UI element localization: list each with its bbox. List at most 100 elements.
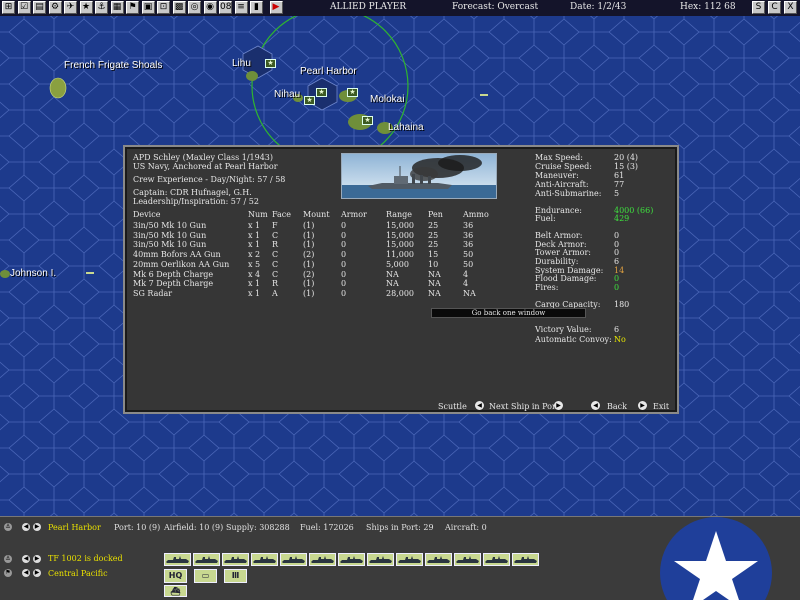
device-cell: 0	[341, 279, 347, 289]
next-base-icon[interactable]: ▶	[33, 523, 41, 531]
toolbar-button-5[interactable]: ✈	[64, 1, 77, 14]
ship-silhouette-icon	[224, 556, 247, 563]
exit-arrow-icon[interactable]: ▶	[638, 401, 647, 410]
transport-button[interactable]: ▭	[194, 569, 217, 583]
toolbar-button-18[interactable]: ▶	[269, 1, 283, 14]
base-icon[interactable]: ★	[304, 96, 315, 105]
device-header-armor: Armor	[341, 210, 367, 219]
ship-chip[interactable]	[338, 553, 365, 566]
crew-experience: Crew Experience - Day/Night: 57 / 58	[133, 175, 286, 184]
ship-silhouette-icon	[166, 556, 189, 563]
ship-silhouette-icon	[369, 556, 392, 563]
toolbar-button-13[interactable]: ◎	[188, 1, 201, 14]
usn-star-insignia-icon	[660, 517, 772, 600]
toolbar-right-button-c[interactable]: C	[768, 1, 781, 14]
device-cell: x 1	[248, 240, 261, 250]
airfield-size: Airfield: 10 (9)	[164, 523, 224, 532]
ship-chip[interactable]	[280, 553, 307, 566]
device-cell: 3in/50 Mk 10 Gun	[133, 221, 207, 230]
base-icon[interactable]: ★	[362, 116, 373, 125]
ship-chip[interactable]	[483, 553, 510, 566]
region-name: Central Pacific	[48, 569, 108, 578]
base-icon[interactable]: ★	[316, 88, 327, 97]
prev-tf-icon[interactable]: ◀	[22, 555, 30, 563]
ship-chip[interactable]	[164, 553, 191, 566]
device-cell: 15	[428, 250, 439, 260]
toolbar-button-7[interactable]: ⚓	[95, 1, 108, 14]
base-name[interactable]: Pearl Harbor	[48, 523, 101, 532]
ship-chip[interactable]	[222, 553, 249, 566]
device-cell: C	[272, 250, 279, 260]
ship-chip[interactable]	[396, 553, 423, 566]
port-size: Port: 10 (9)	[114, 523, 161, 532]
facility-button[interactable]: Ⅲ	[224, 569, 247, 583]
next-ship-icon[interactable]: ▶	[554, 401, 563, 410]
stat-label: Automatic Convoy:	[535, 335, 612, 344]
base-icon[interactable]: ★	[347, 88, 358, 97]
stat-label: Maneuver:	[535, 171, 579, 180]
toolbar-button-4[interactable]: ⚙	[48, 1, 62, 14]
ship-chip[interactable]	[309, 553, 336, 566]
ship-chip[interactable]	[251, 553, 278, 566]
device-cell: x 2	[248, 250, 261, 260]
device-cell: x 1	[248, 230, 261, 240]
device-cell: C	[272, 269, 279, 279]
map-label-nihau: Nihau	[274, 89, 301, 100]
next-region-icon[interactable]: ▶	[33, 569, 41, 577]
toolbar-button-9[interactable]: ⚑	[126, 1, 139, 14]
player-side-label: ALLIED PLAYER	[330, 2, 407, 12]
device-cell: 0	[341, 221, 347, 230]
toolbar-right-button-x[interactable]: X	[784, 1, 797, 14]
device-header-ammo: Ammo	[463, 210, 489, 219]
next-tf-icon[interactable]: ▶	[33, 555, 41, 563]
toolbar-button-8[interactable]: ▦	[110, 1, 124, 14]
taskforce-status[interactable]: TF 1002 is docked	[48, 554, 123, 563]
ship-chip[interactable]	[425, 553, 452, 566]
toolbar-button-3[interactable]: ▤	[33, 1, 46, 14]
device-cell: x 1	[248, 288, 261, 298]
device-cell: NA	[428, 279, 441, 289]
device-cell: 10	[428, 259, 439, 269]
stat-value: 6	[614, 325, 620, 334]
toolbar-button-1[interactable]: ⊞	[2, 1, 15, 14]
back-arrow-icon[interactable]: ◀	[591, 401, 600, 410]
toolbar-button-6[interactable]: ★	[79, 1, 93, 14]
scuttle-button[interactable]: Scuttle	[438, 402, 467, 411]
device-cell: 5,000	[386, 259, 409, 269]
device-cell: (2)	[303, 250, 315, 260]
hq-button[interactable]: HQ	[164, 569, 187, 583]
next-ship-button[interactable]: Next Ship in Port	[489, 402, 559, 411]
ship-silhouette-icon	[427, 556, 450, 563]
date-label: Date: 1/2/43	[570, 2, 627, 12]
ship-chip[interactable]	[193, 553, 220, 566]
device-header-device: Device	[133, 210, 161, 219]
device-cell: C	[272, 230, 279, 240]
device-cell: 0	[341, 269, 347, 279]
ship-chip[interactable]	[512, 553, 539, 566]
toolbar-button-15[interactable]: 08	[219, 1, 232, 14]
toolbar-button-14[interactable]: ◉	[203, 1, 217, 14]
unit-button[interactable]: ⛴	[164, 585, 187, 597]
base-icon-small: ⚓	[4, 523, 12, 531]
stat-label: Anti-Submarine:	[535, 189, 602, 198]
ship-silhouette-icon	[514, 556, 537, 563]
base-icon[interactable]: ★	[265, 59, 276, 68]
device-cell: 3in/50 Mk 10 Gun	[133, 230, 207, 240]
toolbar-button-2[interactable]: ☑	[17, 1, 31, 14]
toolbar-button-17[interactable]: ▮	[250, 1, 263, 14]
ship-chip[interactable]	[367, 553, 394, 566]
toolbar-button-10[interactable]: ▣	[141, 1, 155, 14]
toolbar-button-12[interactable]: ▩	[172, 1, 186, 14]
toolbar-button-11[interactable]: ⊡	[157, 1, 170, 14]
map-label-lahaina: Lahaina	[388, 122, 424, 133]
toolbar-right-button-s[interactable]: S	[752, 1, 765, 14]
map-label-molokai: Molokai	[370, 94, 405, 105]
hex-label: Hex: 112 68	[680, 2, 736, 12]
back-button[interactable]: Back	[607, 402, 627, 411]
prev-region-icon[interactable]: ◀	[22, 569, 30, 577]
toolbar-button-16[interactable]: ≡	[234, 1, 248, 14]
prev-ship-icon[interactable]: ◀	[475, 401, 484, 410]
prev-base-icon[interactable]: ◀	[22, 523, 30, 531]
ship-chip[interactable]	[454, 553, 481, 566]
exit-button[interactable]: Exit	[653, 402, 669, 411]
